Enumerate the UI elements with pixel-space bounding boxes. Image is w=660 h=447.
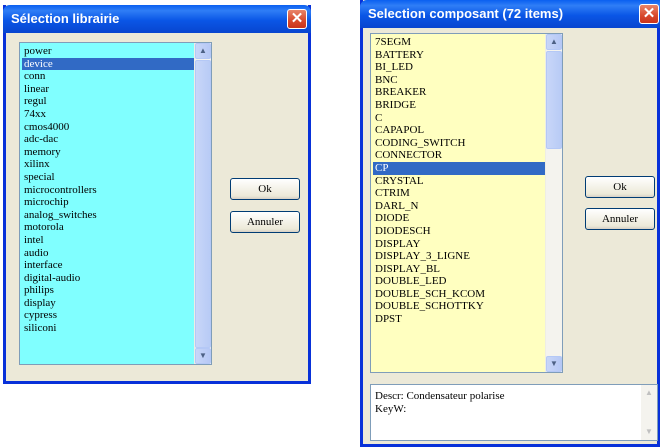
component-list-item[interactable]: CODING_SWITCH: [373, 137, 545, 150]
component-list-item[interactable]: DOUBLE_SCHOTTKY: [373, 300, 545, 313]
library-list-item[interactable]: regul: [22, 95, 194, 108]
library-list-item[interactable]: 74xx: [22, 108, 194, 121]
library-list-item[interactable]: digital-audio: [22, 272, 194, 285]
arrow-up-icon[interactable]: ▲: [546, 34, 562, 50]
description-text: Descr: Condensateur polarise: [375, 390, 505, 402]
library-list-item[interactable]: conn: [22, 70, 194, 83]
component-list-item[interactable]: CP: [373, 161, 545, 175]
library-list-item[interactable]: siliconi: [22, 322, 194, 335]
library-list-item[interactable]: microcontrollers: [22, 184, 194, 197]
component-list-item[interactable]: DISPLAY_BL: [373, 263, 545, 276]
library-list-item[interactable]: xilinx: [22, 158, 194, 171]
component-list-item[interactable]: CTRIM: [373, 187, 545, 200]
component-list-item[interactable]: DIODESCH: [373, 225, 545, 238]
component-list-item[interactable]: C: [373, 112, 545, 125]
library-list-item[interactable]: power: [22, 45, 194, 58]
library-list-item[interactable]: display: [22, 297, 194, 310]
component-list-item[interactable]: BNC: [373, 74, 545, 87]
vertical-scrollbar[interactable]: ▲ ▼: [641, 385, 657, 440]
library-list-item[interactable]: cypress: [22, 309, 194, 322]
vertical-scrollbar[interactable]: ▲ ▼: [545, 34, 562, 372]
ok-button[interactable]: Ok: [230, 178, 300, 200]
component-list-item[interactable]: BI_LED: [373, 61, 545, 74]
library-list-item[interactable]: cmos4000: [22, 121, 194, 134]
description-box: Descr: Condensateur polarise KeyW: ▲ ▼: [370, 384, 658, 441]
arrow-down-icon[interactable]: ▼: [546, 356, 562, 372]
component-list-item[interactable]: DIODE: [373, 212, 545, 225]
library-list-item[interactable]: intel: [22, 234, 194, 247]
keywords-text: KeyW:: [375, 403, 407, 415]
library-list[interactable]: power device conn linear regul 74xx cmos4000 ad…: [19, 42, 212, 365]
scrollbar-thumb[interactable]: [195, 60, 211, 348]
component-list-item[interactable]: CRYSTAL: [373, 175, 545, 188]
component-list-item[interactable]: DISPLAY: [373, 238, 545, 251]
library-list-item[interactable]: philips: [22, 284, 194, 297]
component-selection-dialog: Selection composant (72 items) ✕ 7SEGM BA…: [360, 0, 660, 447]
close-icon[interactable]: ✕: [287, 9, 307, 29]
library-selection-dialog: Sélection librairie ✕ power device conn lin…: [3, 5, 311, 384]
component-list-item[interactable]: DARL_N: [373, 200, 545, 213]
cancel-button[interactable]: Annuler: [230, 211, 300, 233]
library-list-item[interactable]: analog_switches: [22, 209, 194, 222]
library-list-item[interactable]: audio: [22, 247, 194, 260]
library-list-items: power device conn linear regul 74xx cmos4000 ad…: [22, 45, 194, 335]
dialog-title: Sélection librairie: [11, 11, 120, 26]
component-list-item[interactable]: BRIDGE: [373, 99, 545, 112]
library-list-item[interactable]: microchip: [22, 196, 194, 209]
close-icon[interactable]: ✕: [639, 4, 659, 24]
component-list-item[interactable]: 7SEGM: [373, 36, 545, 49]
scrollbar-thumb[interactable]: [546, 51, 562, 149]
component-list-item[interactable]: BATTERY: [373, 49, 545, 62]
library-list-item[interactable]: special: [22, 171, 194, 184]
vertical-scrollbar[interactable]: ▲ ▼: [194, 43, 211, 364]
component-list-item[interactable]: DOUBLE_LED: [373, 275, 545, 288]
component-list-item[interactable]: BREAKER: [373, 86, 545, 99]
component-list-item[interactable]: DISPLAY_3_LIGNE: [373, 250, 545, 263]
component-list[interactable]: 7SEGM BATTERY BI_LED BNC BREAKER BRIDGE C CAPAP…: [370, 33, 563, 373]
component-list-item[interactable]: DOUBLE_SCH_KCOM: [373, 288, 545, 301]
arrow-down-icon[interactable]: ▼: [195, 348, 211, 364]
dialog-title: Selection composant (72 items): [368, 6, 564, 21]
component-list-item[interactable]: CONNECTOR: [373, 149, 545, 162]
library-list-item[interactable]: adc-dac: [22, 133, 194, 146]
library-list-item[interactable]: memory: [22, 146, 194, 159]
component-list-item[interactable]: DPST: [373, 313, 545, 326]
library-list-item[interactable]: interface: [22, 259, 194, 272]
title-bar[interactable]: Sélection librairie ✕: [3, 5, 311, 33]
arrow-up-icon[interactable]: ▲: [641, 385, 657, 401]
ok-button[interactable]: Ok: [585, 176, 655, 198]
arrow-up-icon[interactable]: ▲: [195, 43, 211, 59]
title-bar[interactable]: Selection composant (72 items) ✕: [360, 0, 660, 28]
library-list-item[interactable]: device: [22, 57, 194, 71]
component-list-item[interactable]: CAPAPOL: [373, 124, 545, 137]
cancel-button[interactable]: Annuler: [585, 208, 655, 230]
arrow-down-icon[interactable]: ▼: [641, 424, 657, 440]
library-list-item[interactable]: motorola: [22, 221, 194, 234]
component-list-items: 7SEGM BATTERY BI_LED BNC BREAKER BRIDGE C CAPAP…: [373, 36, 545, 326]
library-list-item[interactable]: linear: [22, 83, 194, 96]
